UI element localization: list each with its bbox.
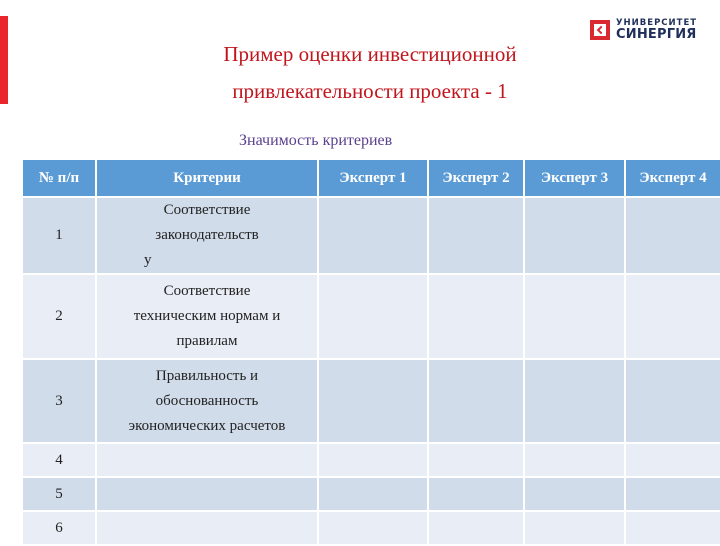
expert-2-cell[interactable] xyxy=(429,512,523,544)
criterion-cell: Соответствие техническим нормам и правилам xyxy=(97,275,317,358)
expert-4-cell[interactable] xyxy=(626,478,720,510)
expert-1-cell[interactable] xyxy=(319,275,427,358)
expert-1-cell[interactable] xyxy=(319,198,427,273)
accent-bar xyxy=(0,16,8,104)
criterion-cell: Соответствие законодательств у xyxy=(97,198,317,273)
criterion-line: обоснованность xyxy=(155,392,259,409)
expert-4-cell[interactable] xyxy=(626,198,720,273)
table-row: 2 Соответствие техническим нормам и правил… xyxy=(23,275,720,358)
criterion-cell[interactable] xyxy=(97,444,317,476)
expert-3-cell[interactable] xyxy=(525,478,624,510)
expert-1-cell[interactable] xyxy=(319,444,427,476)
table-row: 5 xyxy=(23,478,720,510)
slide-title-line-2: привлекательности проекта - 1 xyxy=(232,79,508,103)
criterion-cell[interactable] xyxy=(97,478,317,510)
row-number: 1 xyxy=(23,198,95,273)
expert-3-cell[interactable] xyxy=(525,275,624,358)
logo-bottom-text: СИНЕРГИЯ xyxy=(616,27,697,43)
table-row: 4 xyxy=(23,444,720,476)
row-number: 6 xyxy=(23,512,95,544)
header-expert-1: Эксперт 1 xyxy=(319,160,427,196)
expert-2-cell[interactable] xyxy=(429,444,523,476)
row-number: 5 xyxy=(23,478,95,510)
criteria-table: № п/п Критерии Эксперт 1 Эксперт 2 Экспе… xyxy=(21,158,720,546)
header-expert-4: Эксперт 4 xyxy=(626,160,720,196)
expert-3-cell[interactable] xyxy=(525,360,624,442)
table-row: 6 xyxy=(23,512,720,544)
expert-3-cell[interactable] xyxy=(525,512,624,544)
expert-2-cell[interactable] xyxy=(429,198,523,273)
expert-1-cell[interactable] xyxy=(319,512,427,544)
criterion-cell: Правильность и обоснованность экономически… xyxy=(97,360,317,442)
criterion-line: у xyxy=(144,252,152,268)
expert-2-cell[interactable] xyxy=(429,478,523,510)
expert-4-cell[interactable] xyxy=(626,444,720,476)
row-number: 4 xyxy=(23,444,95,476)
header-expert-3: Эксперт 3 xyxy=(525,160,624,196)
expert-3-cell[interactable] xyxy=(525,444,624,476)
criterion-cell[interactable] xyxy=(97,512,317,544)
criterion-line: Правильность и xyxy=(155,367,259,384)
criterion-line: Соответствие xyxy=(163,283,251,299)
header-expert-2: Эксперт 2 xyxy=(429,160,523,196)
slide-title-line-1: Пример оценки инвестиционной xyxy=(223,42,517,66)
expert-1-cell[interactable] xyxy=(319,360,427,442)
logo-top-text: УНИВЕРСИТЕТ xyxy=(616,17,698,28)
university-logo: УНИВЕРСИТЕТ СИНЕРГИЯ xyxy=(590,18,697,42)
criterion-line: правилам xyxy=(176,333,238,349)
expert-1-cell[interactable] xyxy=(319,478,427,510)
expert-2-cell[interactable] xyxy=(429,275,523,358)
table-row: 3 Правильность и обоснованность экономичес… xyxy=(23,360,720,442)
criterion-line: экономических расчетов xyxy=(128,417,286,434)
expert-4-cell[interactable] xyxy=(626,360,720,442)
synergy-logo-icon xyxy=(590,20,610,40)
table-header-row: № п/п Критерии Эксперт 1 Эксперт 2 Экспе… xyxy=(23,160,720,196)
expert-2-cell[interactable] xyxy=(429,360,523,442)
header-number: № п/п xyxy=(23,160,95,196)
expert-4-cell[interactable] xyxy=(626,512,720,544)
header-criteria: Критерии xyxy=(97,160,317,196)
criterion-line: законодательств xyxy=(155,227,259,243)
criterion-line: Соответствие xyxy=(163,202,251,218)
table-caption: Значимость критериев xyxy=(239,132,393,149)
row-number: 3 xyxy=(23,360,95,442)
expert-3-cell[interactable] xyxy=(525,198,624,273)
table-row: 1 Соответствие законодательств у xyxy=(23,198,720,273)
expert-4-cell[interactable] xyxy=(626,275,720,358)
row-number: 2 xyxy=(23,275,95,358)
criterion-line: техническим нормам и xyxy=(133,308,281,324)
